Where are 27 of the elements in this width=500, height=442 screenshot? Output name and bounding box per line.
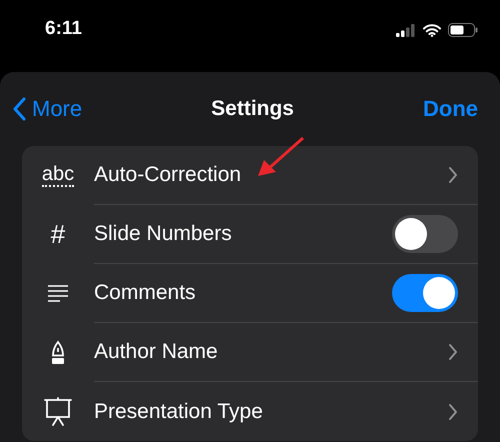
back-chevron-icon — [12, 97, 26, 121]
easel-icon — [43, 396, 73, 426]
settings-row[interactable]: Comments — [22, 264, 478, 323]
pen-nib-icon — [50, 340, 66, 366]
settings-row[interactable]: # Slide Numbers — [22, 205, 478, 264]
lines-icon — [47, 284, 69, 302]
annotation-arrow — [257, 136, 305, 178]
status-time: 6:11 — [45, 18, 82, 40]
row-label: Author Name — [94, 340, 218, 364]
back-button[interactable]: More — [12, 96, 82, 122]
settings-row[interactable]: Author Name — [22, 323, 478, 382]
chevron-icon — [448, 343, 458, 361]
toggle-switch[interactable] — [392, 274, 458, 312]
chevron-icon — [448, 166, 458, 184]
sheet-title: Settings — [211, 97, 294, 121]
row-label: Presentation Type — [94, 400, 263, 424]
row-label: Auto-Correction — [94, 163, 242, 187]
row-label: Comments — [94, 281, 196, 305]
chevron-icon — [448, 402, 458, 420]
wifi-icon — [423, 24, 441, 36]
toggle-switch[interactable] — [392, 215, 458, 253]
row-label: Slide Numbers — [94, 222, 232, 246]
signal-icon — [396, 24, 416, 36]
done-button[interactable]: Done — [423, 96, 478, 122]
battery-icon — [448, 23, 478, 37]
number-sign-icon: # — [50, 219, 66, 250]
settings-row[interactable]: Presentation Type — [22, 382, 478, 441]
